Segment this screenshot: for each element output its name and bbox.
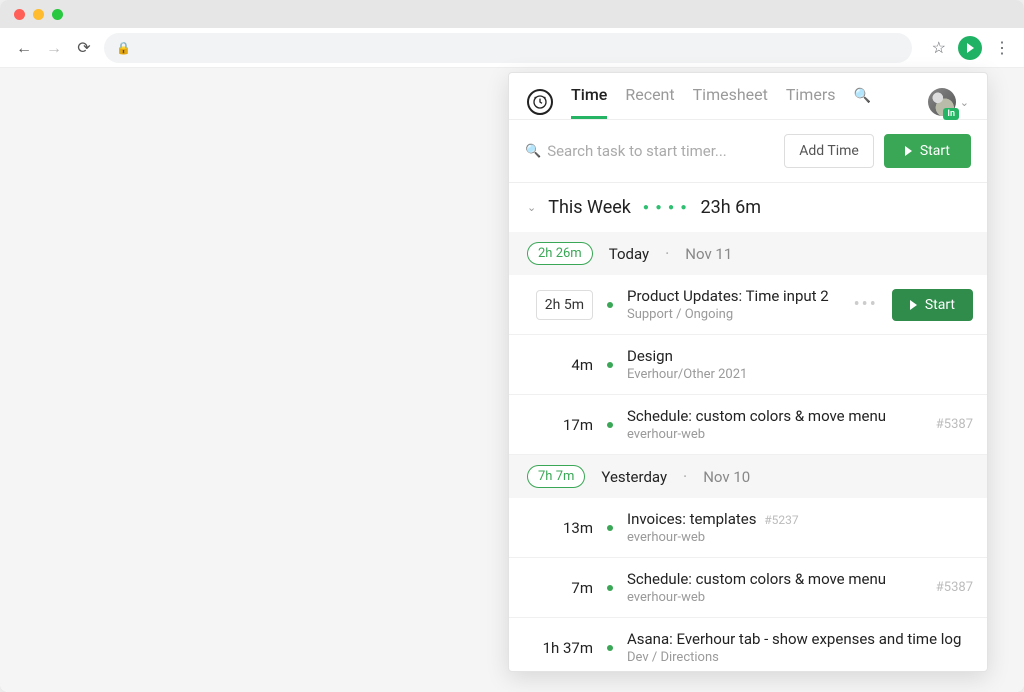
forward-button[interactable]: → (44, 38, 64, 58)
play-icon (905, 146, 912, 156)
lock-icon: 🔒 (116, 41, 131, 55)
activity-dots: ● ● ● ● (643, 202, 689, 213)
status-dot-icon (607, 362, 613, 368)
status-dot-icon (607, 422, 613, 428)
play-icon (910, 300, 917, 310)
extension-icon[interactable] (958, 36, 982, 60)
issue-tag: #5387 (936, 580, 973, 595)
entry-project: everhour-web (627, 590, 922, 605)
entry-duration: 1h 37m (523, 639, 593, 657)
maximize-window[interactable] (52, 9, 63, 20)
back-button[interactable]: ← (14, 38, 34, 58)
minimize-window[interactable] (33, 9, 44, 20)
add-time-button[interactable]: Add Time (784, 134, 874, 168)
play-icon (967, 43, 974, 53)
time-entry[interactable]: 7m Schedule: custom colors & move menu eve… (509, 558, 987, 618)
entry-duration[interactable]: 2h 5m (523, 290, 593, 320)
entry-title: Product Updates: Time input 2 (627, 287, 840, 305)
day-label: Yesterday (601, 468, 667, 486)
entry-info: Invoices: templates #5237 everhour-web (627, 510, 973, 545)
entry-info: Product Updates: Time input 2 Support / O… (627, 287, 840, 322)
app-logo-icon (527, 89, 553, 115)
time-entry[interactable]: 1h 37m Asana: Everhour tab - show expense… (509, 618, 987, 671)
week-label: This Week (548, 197, 631, 218)
search-icon: 🔍 (525, 144, 541, 159)
window-traffic-lights (0, 0, 1024, 28)
entry-project: Dev / Directions (627, 650, 973, 665)
entry-duration: 17m (523, 416, 593, 434)
entry-project: Everhour/Other 2021 (627, 367, 973, 382)
search-input[interactable]: 🔍 Search task to start timer... (525, 142, 774, 160)
more-icon[interactable]: ••• (854, 294, 878, 315)
entry-title: Invoices: templates #5237 (627, 510, 973, 528)
entry-info: Design Everhour/Other 2021 (627, 347, 973, 382)
entry-project: everhour-web (627, 427, 922, 442)
issue-tag: #5387 (936, 417, 973, 432)
week-summary-row[interactable]: ⌄ This Week ● ● ● ● 23h 6m (509, 183, 987, 232)
day-header: 2h 26m Today · Nov 11 (509, 232, 987, 275)
time-entry[interactable]: 13m Invoices: templates #5237 everhour-web (509, 498, 987, 558)
browser-toolbar: ← → ⟳ 🔒 ☆ ⋮ (0, 28, 1024, 68)
day-duration-pill: 2h 26m (527, 242, 593, 265)
time-entry[interactable]: 2h 5m Product Updates: Time input 2 Suppor… (509, 275, 987, 335)
chevron-down-icon: ⌄ (527, 201, 536, 214)
reload-button[interactable]: ⟳ (74, 38, 94, 57)
entry-info: Schedule: custom colors & move menu everh… (627, 570, 922, 605)
tab-recent[interactable]: Recent (625, 85, 674, 119)
nav-tabs: Time Recent Timesheet Timers 🔍 (571, 85, 910, 119)
close-window[interactable] (14, 9, 25, 20)
day-duration-pill: 7h 7m (527, 465, 585, 488)
entry-start-button[interactable]: Start (892, 289, 973, 321)
entry-title: Asana: Everhour tab - show expenses and … (627, 630, 973, 648)
status-dot-icon (607, 302, 613, 308)
status-dot-icon (607, 585, 613, 591)
time-entry[interactable]: 4m Design Everhour/Other 2021 (509, 335, 987, 395)
tab-timesheet[interactable]: Timesheet (693, 85, 768, 119)
entry-project: Support / Ongoing (627, 307, 840, 322)
entry-title: Schedule: custom colors & move menu (627, 407, 922, 425)
status-dot-icon (607, 645, 613, 651)
search-placeholder: Search task to start timer... (547, 142, 727, 160)
day-header: 7h 7m Yesterday · Nov 10 (509, 455, 987, 498)
entry-title: Design (627, 347, 973, 365)
time-entry[interactable]: 17m Schedule: custom colors & move menu ev… (509, 395, 987, 455)
day-label: Today (609, 245, 649, 263)
entry-project: everhour-web (627, 530, 973, 545)
bookmark-star-icon[interactable]: ☆ (932, 38, 946, 57)
header-search-icon[interactable]: 🔍 (854, 85, 871, 119)
browser-menu-icon[interactable]: ⋮ (994, 38, 1010, 57)
tab-timers[interactable]: Timers (786, 85, 836, 119)
issue-tag: #5237 (764, 513, 798, 527)
user-menu[interactable]: In ⌄ (928, 88, 969, 116)
entry-title: Schedule: custom colors & move menu (627, 570, 922, 588)
address-bar[interactable]: 🔒 (104, 33, 912, 63)
entry-duration: 4m (523, 356, 593, 374)
entry-info: Asana: Everhour tab - show expenses and … (627, 630, 973, 665)
status-dot-icon (607, 525, 613, 531)
chevron-down-icon: ⌄ (960, 96, 969, 109)
start-timer-button[interactable]: Start (884, 134, 971, 168)
status-badge: In (943, 108, 959, 120)
day-date: Nov 10 (703, 468, 750, 486)
week-total: 23h 6m (701, 197, 762, 218)
tab-time[interactable]: Time (571, 85, 607, 119)
entry-duration: 13m (523, 519, 593, 537)
entry-duration: 7m (523, 579, 593, 597)
day-date: Nov 11 (685, 245, 732, 263)
entry-info: Schedule: custom colors & move menu everh… (627, 407, 922, 442)
time-tracker-popup: Time Recent Timesheet Timers 🔍 In ⌄ 🔍 Se… (508, 72, 988, 672)
